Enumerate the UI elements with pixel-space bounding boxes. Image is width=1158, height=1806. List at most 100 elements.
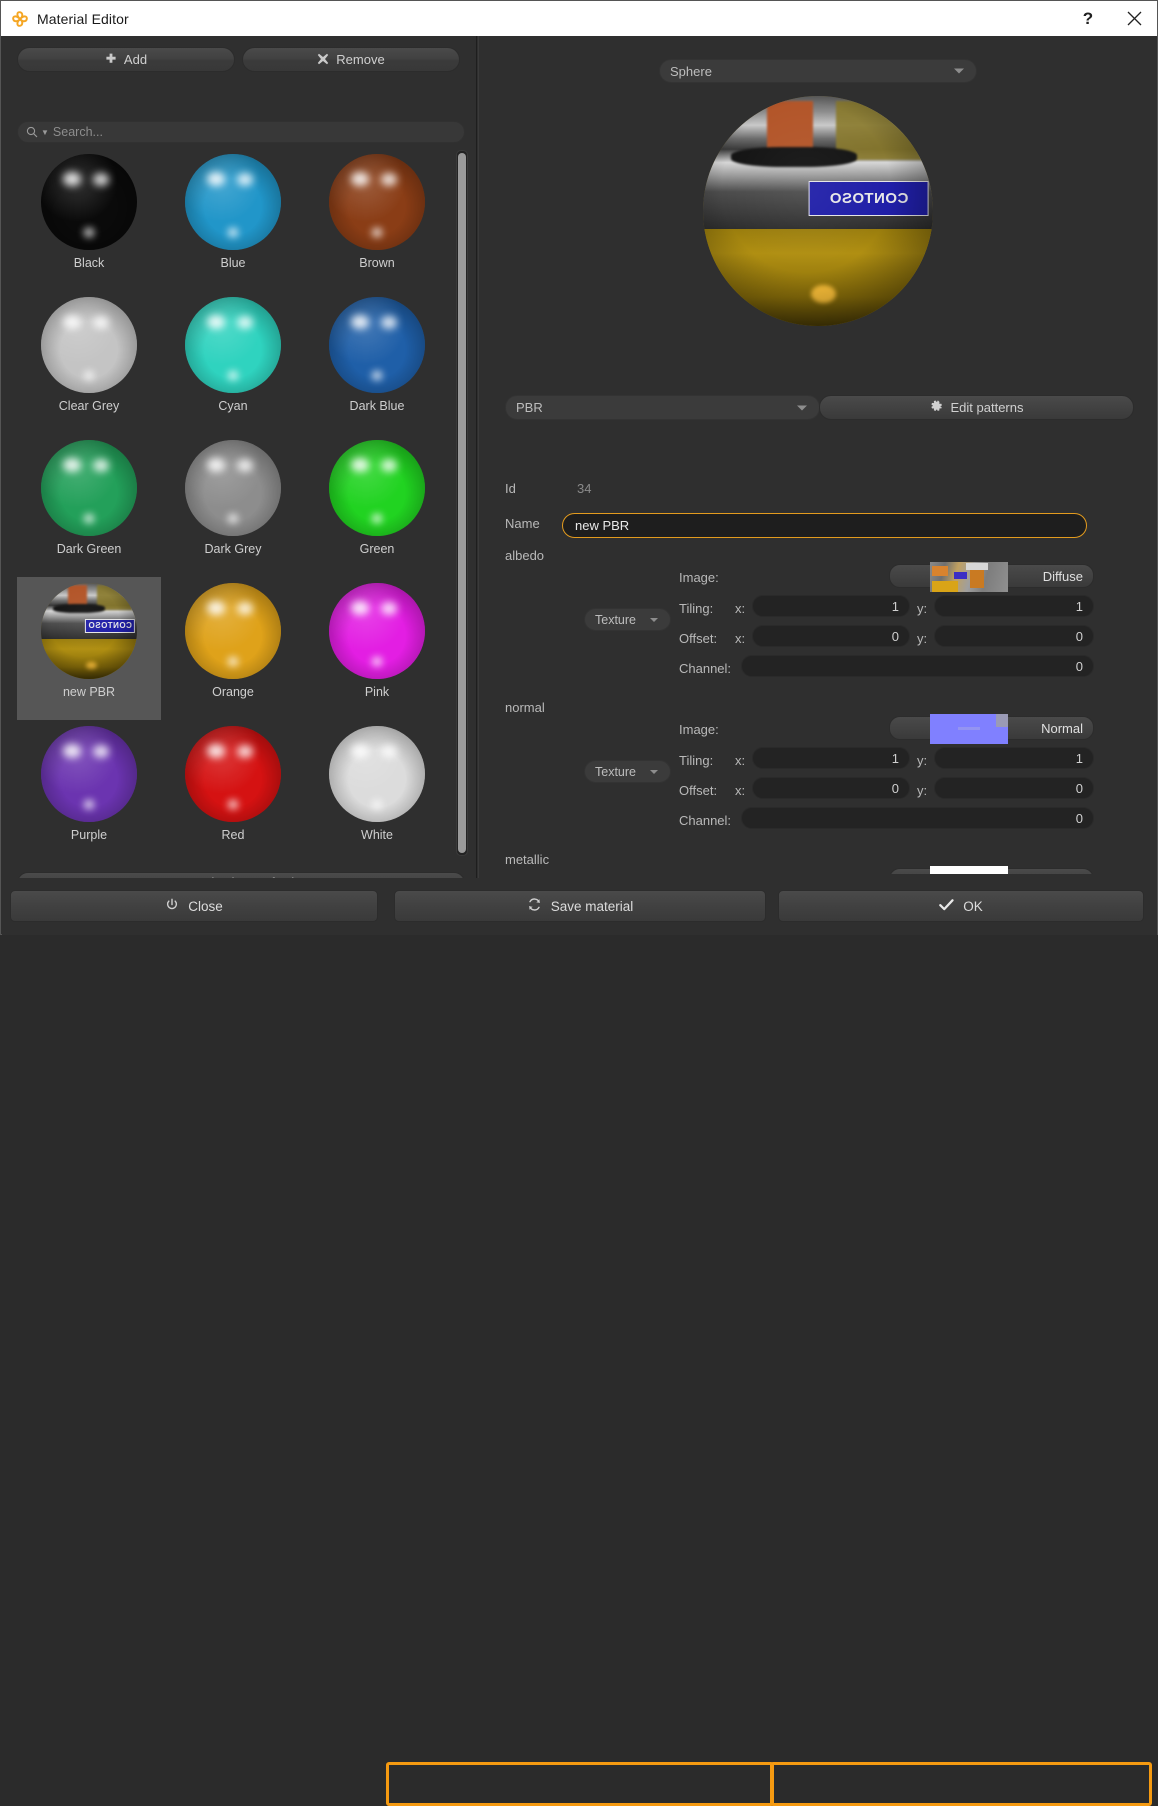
material-item-pink[interactable]: Pink — [305, 577, 449, 720]
swatch-highlight-bottom — [372, 228, 382, 237]
material-item-dark-grey[interactable]: Dark Grey — [161, 434, 305, 577]
material-item-cyan[interactable]: Cyan — [161, 291, 305, 434]
material-item-label: Dark Blue — [349, 399, 405, 413]
image-value-label: Metallic — [1039, 873, 1083, 875]
material-grid-items: Black Blue Brown Clear Grey Cyan Dark Blue Dar… — [17, 148, 451, 863]
preview-shading-overlay — [703, 96, 933, 326]
material-swatch — [329, 154, 425, 250]
material-swatch — [41, 440, 137, 536]
offset-y-input-albedo[interactable]: 0 — [934, 625, 1094, 647]
image-label: Image: — [679, 722, 719, 737]
tiling-x-input-albedo[interactable]: 1 — [752, 595, 910, 617]
offset-x-input-normal[interactable]: 0 — [752, 777, 910, 799]
save-material-button[interactable]: Save material — [394, 890, 766, 922]
material-item-new-pbr[interactable]: CONTOSO new PBR — [17, 577, 161, 720]
material-item-dark-blue[interactable]: Dark Blue — [305, 291, 449, 434]
material-preview-sphere[interactable]: CONTOSO — [703, 96, 933, 326]
id-label: Id — [505, 481, 516, 496]
id-value: 34 — [577, 481, 592, 496]
offset-y-label: y: — [917, 631, 928, 646]
swatch-highlight-left — [351, 458, 369, 472]
material-list-scrollbar-thumb[interactable] — [458, 153, 466, 853]
gear-icon — [930, 399, 943, 416]
image-picker-albedo[interactable]: Diffuse — [889, 562, 1094, 592]
panel-divider — [476, 36, 477, 878]
swatch-highlight-left — [63, 744, 81, 758]
close-button[interactable]: Close — [10, 890, 378, 922]
material-item-dark-green[interactable]: Dark Green — [17, 434, 161, 577]
material-item-brown[interactable]: Brown — [305, 148, 449, 291]
tiling-y-label: y: — [917, 753, 928, 768]
material-item-label: Green — [359, 542, 395, 556]
preview-shape-combo[interactable]: Sphere — [659, 59, 977, 83]
channel-mode-combo-albedo[interactable]: Texture — [584, 608, 671, 631]
material-list-scrollbar[interactable] — [456, 150, 468, 856]
material-item-orange[interactable]: Orange — [161, 577, 305, 720]
swatch-shading-overlay — [41, 583, 137, 679]
image-picker-metallic[interactable]: Metallic — [889, 866, 1094, 875]
power-icon — [165, 898, 179, 915]
material-item-clear-grey[interactable]: Clear Grey — [17, 291, 161, 434]
channel-index-input-albedo[interactable]: 0 — [741, 655, 1094, 677]
offset-x-value: 0 — [891, 628, 899, 644]
channel-index-input-normal[interactable]: 0 — [741, 807, 1094, 829]
swatch-highlight-right — [237, 745, 253, 758]
material-item-black[interactable]: Black — [17, 148, 161, 291]
add-material-label: Add — [123, 52, 148, 67]
material-item-white[interactable]: White — [305, 720, 449, 863]
offset-x-label: x: — [735, 783, 746, 798]
list-toolbar: Add Remove — [17, 47, 465, 72]
search-icon — [26, 126, 38, 138]
preview-shape-value: Sphere — [670, 63, 712, 79]
swatch-highlight-right — [237, 173, 253, 186]
swatch-highlight-left — [351, 744, 369, 758]
help-button[interactable]: ? — [1065, 2, 1111, 36]
channel-mode-combo-normal[interactable]: Texture — [584, 760, 671, 783]
material-item-blue[interactable]: Blue — [161, 148, 305, 291]
swatch-highlight-right — [381, 459, 397, 472]
material-item-label: new PBR — [62, 685, 116, 699]
material-item-label: Pink — [364, 685, 390, 699]
channel-index-value: 0 — [1075, 658, 1083, 674]
material-properties-scroll-area: Id 34 Name new PBR albedo Image: Diffuse Te… — [489, 434, 1134, 874]
dialog-footer: Close Save material OK — [2, 878, 1157, 1806]
add-material-button[interactable]: Add — [17, 47, 235, 72]
offset-x-input-albedo[interactable]: 0 — [752, 625, 910, 647]
material-swatch — [185, 440, 281, 536]
tiling-label: Tiling: — [679, 601, 714, 616]
search-input[interactable]: ▼ Search... — [17, 121, 465, 143]
image-picker-normal[interactable]: Normal — [889, 714, 1094, 744]
swatch-highlight-bottom — [372, 514, 382, 523]
swatch-highlight-right — [93, 316, 109, 329]
swatch-highlight-bottom — [84, 228, 94, 237]
offset-y-value: 0 — [1075, 628, 1083, 644]
tiling-x-input-normal[interactable]: 1 — [752, 747, 910, 769]
ok-button[interactable]: OK — [778, 890, 1144, 922]
edit-patterns-button[interactable]: Edit patterns — [819, 395, 1134, 420]
material-item-label: Blue — [220, 256, 246, 270]
offset-x-label: x: — [735, 631, 746, 646]
tiling-y-input-albedo[interactable]: 1 — [934, 595, 1094, 617]
material-item-red[interactable]: Red — [161, 720, 305, 863]
material-swatch — [329, 726, 425, 822]
chevron-down-icon — [650, 769, 658, 774]
material-item-label: Orange — [212, 685, 254, 699]
name-input[interactable]: new PBR — [562, 513, 1087, 538]
search-filter-caret-down-icon[interactable]: ▼ — [41, 128, 49, 137]
remove-material-button[interactable]: Remove — [242, 47, 460, 72]
material-item-green[interactable]: Green — [305, 434, 449, 577]
material-type-combo[interactable]: PBR — [505, 395, 820, 420]
material-item-label: White — [361, 828, 393, 842]
ok-button-highlight — [770, 1762, 1152, 1806]
material-item-purple[interactable]: Purple — [17, 720, 161, 863]
close-window-button[interactable] — [1111, 2, 1157, 36]
tiling-y-input-normal[interactable]: 1 — [934, 747, 1094, 769]
tiling-label: Tiling: — [679, 753, 714, 768]
swatch-highlight-right — [381, 173, 397, 186]
material-swatch — [41, 726, 137, 822]
offset-y-input-normal[interactable]: 0 — [934, 777, 1094, 799]
tiling-x-value: 1 — [891, 750, 899, 766]
swatch-highlight-bottom — [372, 800, 382, 809]
check-icon — [939, 898, 954, 915]
swatch-highlight-left — [207, 601, 225, 615]
